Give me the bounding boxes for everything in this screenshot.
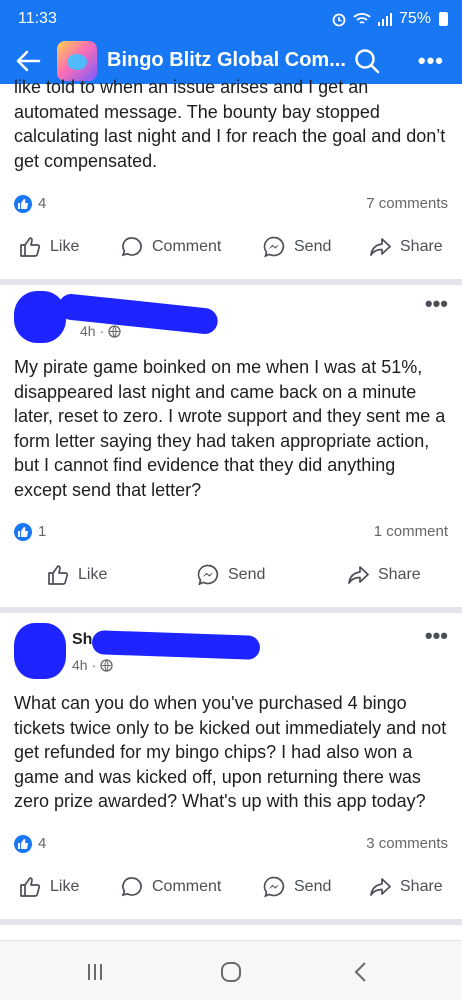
post-header: Sh 4h · ••• — [0, 621, 462, 679]
post-text-partial: like told to when an issue arises and I … — [14, 77, 369, 97]
comment-button[interactable]: Comment — [120, 235, 221, 259]
group-title[interactable]: Bingo Blitz Global Com... — [107, 49, 346, 72]
post-text: What can you do when you've purchased 4 … — [14, 693, 447, 811]
comment-label: Comment — [152, 238, 222, 255]
more-icon[interactable]: ••• — [425, 623, 448, 649]
globe-icon — [100, 658, 113, 672]
send-button[interactable]: Send — [262, 235, 331, 259]
send-button[interactable]: Send — [262, 875, 331, 899]
back-icon[interactable] — [346, 959, 376, 985]
reactions-row[interactable]: 1 1 comment — [0, 519, 462, 547]
post-divider — [0, 607, 462, 613]
comment-button[interactable]: Comment — [120, 875, 221, 899]
action-row: Like Send Share — [0, 553, 462, 599]
like-button[interactable]: Like — [46, 563, 107, 587]
post: 4h · ••• My pirate game boinked on me wh… — [0, 289, 462, 613]
author-name[interactable]: Sh — [72, 631, 92, 649]
avatar[interactable] — [14, 291, 66, 343]
reaction-count: 4 — [38, 834, 47, 852]
comment-icon — [121, 237, 142, 257]
post-time-label: 4h — [80, 323, 96, 339]
status-bar: 11:33 75% — [0, 0, 462, 38]
like-icon — [48, 565, 69, 585]
send-label: Send — [294, 877, 332, 895]
battery-icon — [439, 12, 448, 26]
post-text: automated message. The bounty bay stoppe… — [14, 101, 446, 171]
comment-label: Comment — [152, 877, 222, 895]
post-divider — [0, 279, 462, 285]
wifi-icon — [353, 12, 371, 26]
comments-count[interactable]: 3 comments — [366, 835, 448, 852]
back-arrow-icon[interactable] — [12, 45, 44, 77]
comments-count[interactable]: 1 comment — [374, 523, 448, 540]
post-divider — [0, 918, 462, 925]
share-label: Share — [400, 238, 443, 255]
share-icon — [370, 877, 391, 896]
post-time-label: 4h — [72, 657, 88, 673]
like-icon — [20, 876, 41, 897]
post-header: 4h · ••• — [0, 289, 462, 347]
share-button[interactable]: Share — [346, 563, 421, 587]
home-icon[interactable] — [216, 959, 246, 985]
comments-count[interactable]: 7 comments — [366, 195, 448, 212]
like-icon — [20, 237, 41, 257]
send-label: Send — [228, 566, 266, 583]
reaction-count: 1 — [38, 523, 47, 540]
signal-icon — [377, 12, 393, 26]
reaction-count: 4 — [38, 195, 47, 212]
send-label: Send — [294, 238, 332, 255]
status-time: 11:33 — [18, 10, 57, 27]
recent-apps-icon[interactable] — [80, 959, 110, 985]
feed: like told to when an issue arises and I … — [0, 77, 462, 925]
post-time: 4h · — [72, 657, 113, 673]
share-button[interactable]: Share — [368, 875, 443, 899]
reactions-row[interactable]: 4 3 comments — [0, 831, 462, 859]
comment-icon — [121, 876, 142, 896]
avatar[interactable] — [14, 623, 66, 679]
share-label: Share — [378, 566, 421, 583]
search-icon[interactable] — [352, 46, 382, 76]
reactions-row[interactable]: 4 7 comments — [0, 191, 462, 219]
post-text: My pirate game boinked on me when I was … — [14, 357, 446, 500]
redaction-mark — [91, 630, 261, 660]
messenger-icon — [263, 236, 285, 258]
like-button[interactable]: Like — [18, 875, 79, 899]
share-label: Share — [400, 877, 443, 895]
messenger-icon — [197, 564, 219, 586]
post: Sh 4h · ••• What can you do when you've … — [0, 621, 462, 925]
like-reaction-icon — [14, 195, 32, 213]
status-icons: 75% — [331, 10, 448, 28]
like-label: Like — [50, 877, 80, 895]
action-row: Like Comment Send Share — [0, 225, 462, 271]
more-icon[interactable]: ••• — [418, 50, 444, 72]
system-nav-bar — [0, 940, 462, 1000]
share-icon — [370, 238, 391, 256]
like-button[interactable]: Like — [18, 235, 79, 259]
battery-percent: 75% — [398, 10, 431, 27]
like-reaction-icon — [14, 523, 32, 541]
send-button[interactable]: Send — [196, 563, 265, 587]
globe-icon — [108, 324, 121, 338]
like-reaction-icon — [14, 834, 32, 853]
post: like told to when an issue arises and I … — [0, 75, 462, 285]
share-icon — [348, 566, 369, 584]
alarm-icon — [331, 11, 347, 27]
messenger-icon — [263, 876, 285, 897]
more-icon[interactable]: ••• — [425, 291, 448, 317]
action-row: Like Comment Send Share — [0, 865, 462, 911]
post-time: 4h · — [80, 323, 121, 339]
share-button[interactable]: Share — [368, 235, 443, 259]
like-label: Like — [78, 566, 108, 583]
like-label: Like — [50, 238, 80, 255]
